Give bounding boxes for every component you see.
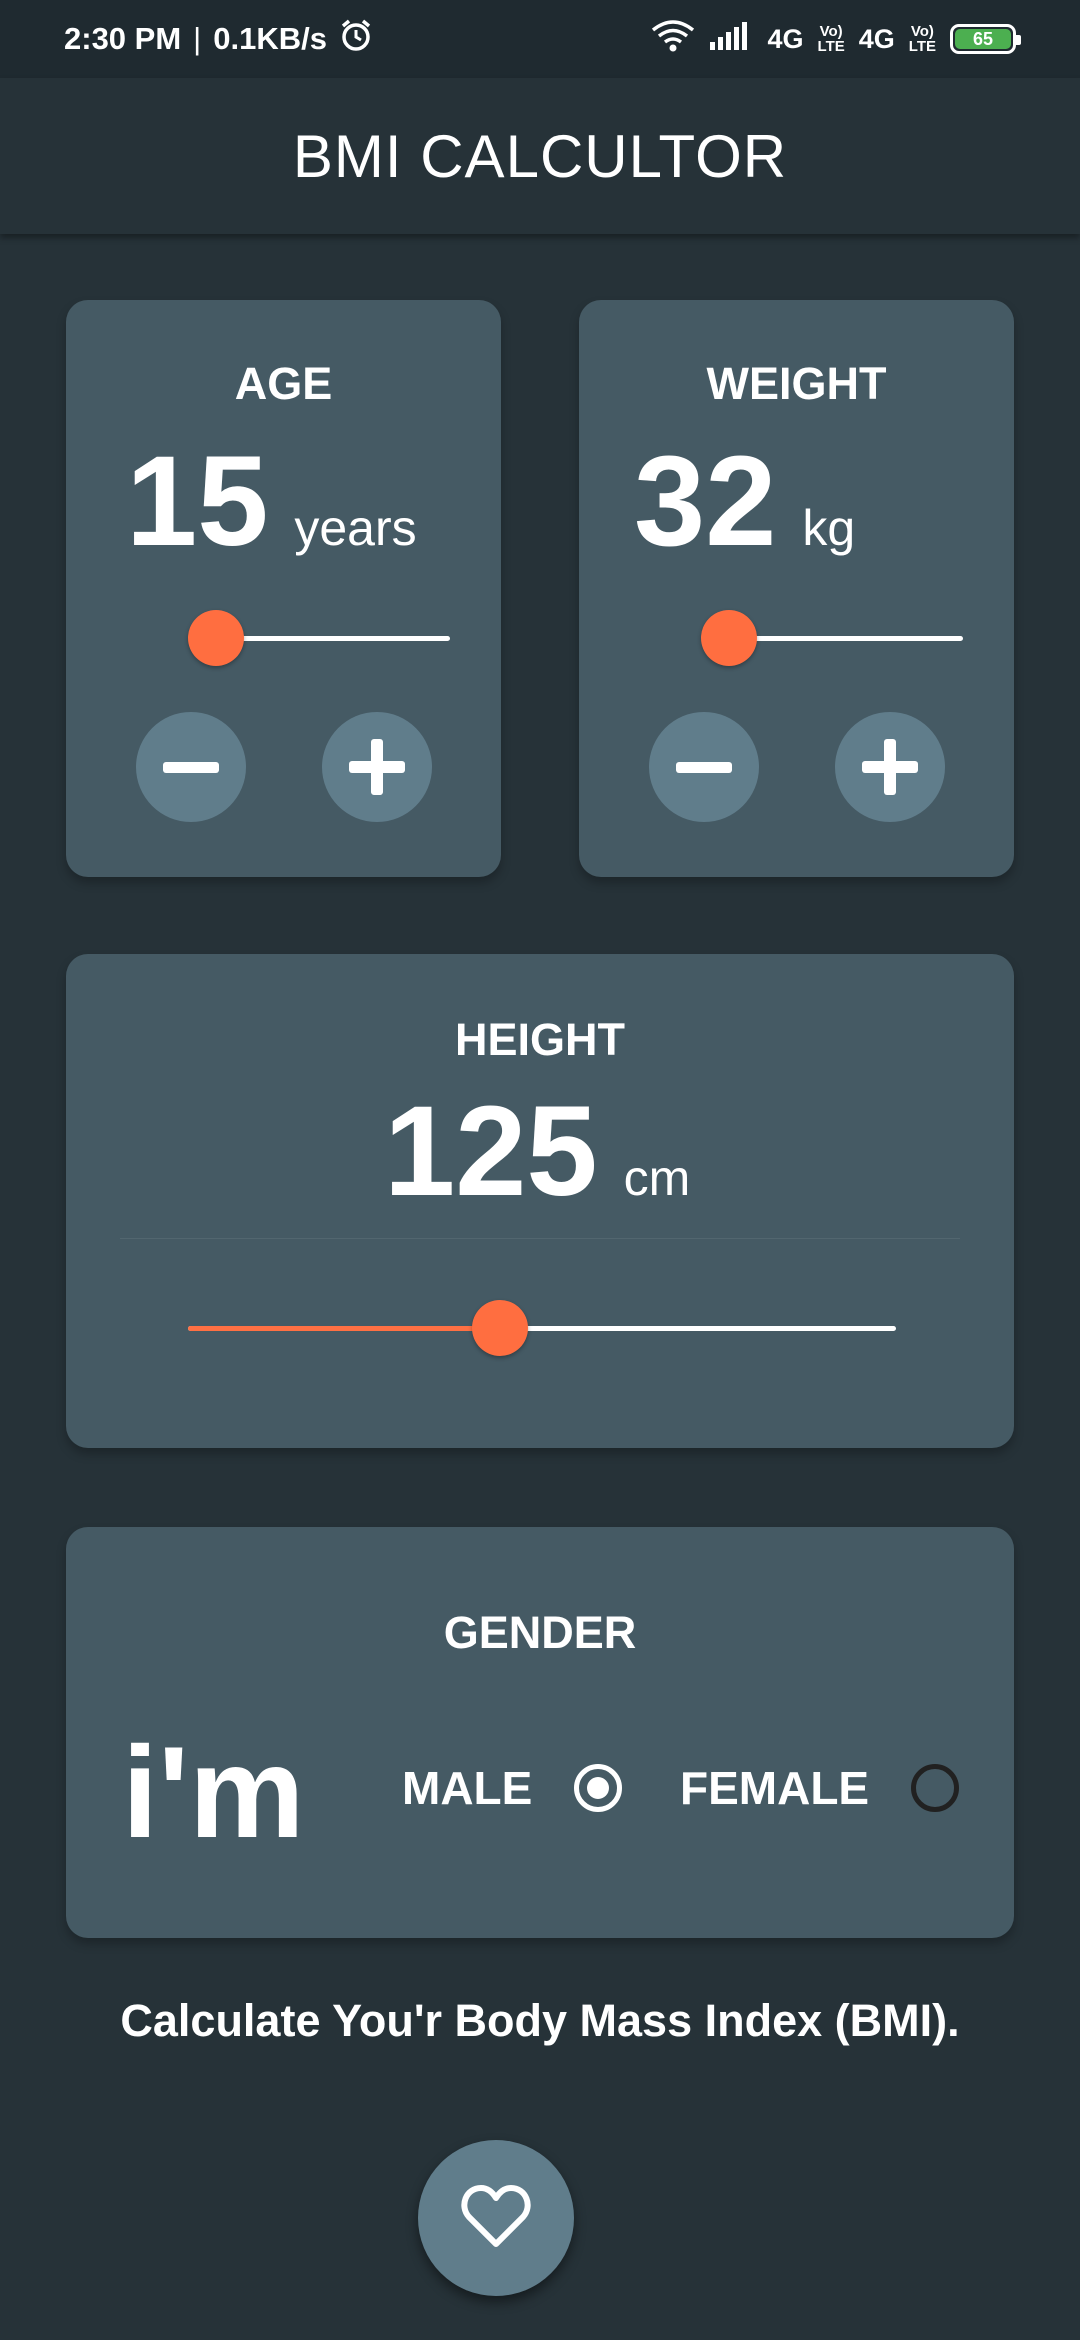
gender-prefix: i'm bbox=[122, 1719, 305, 1865]
plus-icon bbox=[862, 739, 918, 795]
status-right: 4G Vo) LTE 4G Vo) LTE 65 bbox=[650, 19, 1021, 60]
app-title: BMI CALCULTOR bbox=[292, 122, 788, 190]
male-radio[interactable] bbox=[574, 1764, 623, 1812]
status-time: 2:30 PM bbox=[64, 21, 182, 56]
battery-level: 65 bbox=[955, 29, 1011, 49]
weight-card: WEIGHT 32 kg bbox=[579, 300, 1014, 877]
status-separator: | bbox=[193, 21, 202, 56]
weight-value-row: 32 kg bbox=[634, 438, 855, 566]
male-label: MALE bbox=[402, 1762, 533, 1814]
status-left: 2:30 PM | 0.1KB/s bbox=[64, 18, 373, 60]
height-slider-active bbox=[188, 1326, 500, 1331]
height-value-row: 125 cm bbox=[384, 1088, 690, 1216]
age-decrement-button[interactable] bbox=[136, 712, 246, 822]
gender-option-male[interactable]: MALE bbox=[402, 1761, 623, 1815]
volte-top: Vo) bbox=[819, 23, 843, 40]
weight-decrement-button[interactable] bbox=[649, 712, 759, 822]
gender-option-female[interactable]: FEMALE bbox=[680, 1761, 960, 1815]
volte-badge-1: Vo) LTE bbox=[818, 24, 845, 54]
gender-label: GENDER bbox=[443, 1607, 637, 1658]
height-label: HEIGHT bbox=[454, 1014, 625, 1065]
minus-icon bbox=[163, 761, 219, 773]
age-card: AGE 15 years bbox=[66, 300, 501, 877]
weight-slider-thumb[interactable] bbox=[701, 610, 757, 666]
volte-bottom: LTE bbox=[817, 38, 845, 55]
calculate-fab[interactable] bbox=[418, 2140, 574, 2296]
height-unit: cm bbox=[623, 1150, 691, 1206]
network-label-1: 4G bbox=[767, 23, 804, 54]
female-radio[interactable] bbox=[911, 1764, 960, 1812]
height-value: 125 bbox=[384, 1080, 598, 1223]
weight-value: 32 bbox=[634, 430, 777, 573]
status-net-speed: 0.1KB/s bbox=[213, 21, 327, 56]
age-value-row: 15 years bbox=[126, 438, 417, 566]
height-slider-thumb[interactable] bbox=[472, 1300, 528, 1356]
weight-unit: kg bbox=[802, 500, 856, 556]
wifi-icon bbox=[650, 19, 696, 60]
height-card: HEIGHT 125 cm bbox=[66, 954, 1014, 1448]
age-unit: years bbox=[294, 500, 417, 556]
volte-bottom: LTE bbox=[908, 38, 936, 55]
heart-icon bbox=[461, 2184, 531, 2253]
height-divider bbox=[120, 1238, 960, 1239]
age-label: AGE bbox=[234, 358, 333, 409]
alarm-icon bbox=[339, 18, 373, 60]
female-label: FEMALE bbox=[680, 1762, 870, 1814]
volte-badge-2: Vo) LTE bbox=[909, 24, 936, 54]
weight-increment-button[interactable] bbox=[835, 712, 945, 822]
battery-icon: 65 bbox=[950, 24, 1021, 54]
network-label-2: 4G bbox=[858, 23, 895, 54]
gender-card: GENDER i'm MALE FEMALE bbox=[66, 1527, 1014, 1938]
volte-top: Vo) bbox=[910, 23, 934, 40]
plus-icon bbox=[349, 739, 405, 795]
age-increment-button[interactable] bbox=[322, 712, 432, 822]
age-slider-thumb[interactable] bbox=[188, 610, 244, 666]
weight-label: WEIGHT bbox=[706, 358, 887, 409]
minus-icon bbox=[676, 761, 732, 773]
age-value: 15 bbox=[126, 430, 269, 573]
tagline: Calculate You'r Body Mass Index (BMI). bbox=[120, 1995, 960, 2046]
app-bar: BMI CALCULTOR bbox=[0, 78, 1080, 234]
signal-icon bbox=[709, 20, 754, 59]
radio-dot bbox=[587, 1777, 610, 1799]
status-bar: 2:30 PM | 0.1KB/s 4G Vo) LTE 4G Vo) LTE … bbox=[0, 0, 1080, 78]
